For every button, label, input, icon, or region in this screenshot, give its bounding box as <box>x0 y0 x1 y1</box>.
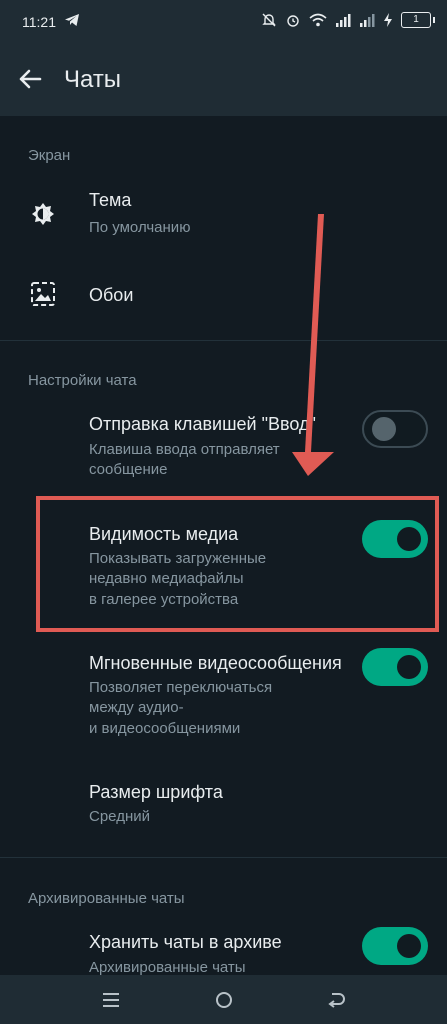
toggle-knob <box>397 655 421 679</box>
instant-video-subtitle-2: между аудио- <box>89 699 184 716</box>
status-bar: 11:21 1 <box>0 0 447 44</box>
font-size-subtitle: Средний <box>89 808 150 825</box>
signal-icon-2 <box>360 14 375 27</box>
enter-send-subtitle-2: сообщение <box>89 461 168 478</box>
recent-apps-icon[interactable] <box>98 987 124 1013</box>
battery-icon: 1 <box>401 12 435 28</box>
status-time: 11:21 <box>22 14 56 30</box>
instant-video-subtitle-1: Позволяет переключаться <box>89 679 273 696</box>
annotation-highlight-box <box>36 496 439 632</box>
signal-icon <box>336 14 351 27</box>
keep-archived-title: Хранить чаты в архиве <box>89 932 282 952</box>
theme-subtitle: По умолчанию <box>89 219 191 236</box>
toggle-knob <box>397 934 421 958</box>
instant-video-subtitle-3: и видеосообщениями <box>89 720 241 737</box>
app-bar: Чаты <box>0 44 447 116</box>
charging-icon <box>384 13 392 27</box>
enter-send-title: Отправка клавишей "Ввод" <box>89 414 316 434</box>
wifi-icon <box>309 13 327 27</box>
mute-bell-icon <box>262 13 276 27</box>
page-title: Чаты <box>64 66 122 93</box>
back-arrow-icon[interactable] <box>14 63 46 95</box>
section-divider <box>0 340 447 341</box>
section-header-archived: Архивированные чаты <box>28 890 185 907</box>
instant-video-toggle[interactable] <box>362 648 428 686</box>
back-nav-icon[interactable] <box>323 987 349 1013</box>
section-divider <box>0 857 447 858</box>
section-header-screen: Экран <box>28 147 71 164</box>
telegram-icon <box>65 14 79 26</box>
instant-video-title: Мгновенные видеосообщения <box>89 653 342 673</box>
enter-send-toggle[interactable] <box>362 410 428 448</box>
alarm-icon <box>287 15 299 27</box>
theme-brightness-icon <box>32 203 54 225</box>
section-header-chat-settings: Настройки чата <box>28 372 137 389</box>
toggle-knob <box>372 417 396 441</box>
home-icon[interactable] <box>211 987 237 1013</box>
theme-title: Тема <box>89 190 132 210</box>
font-size-title: Размер шрифта <box>89 782 223 802</box>
wallpaper-title: Обои <box>89 285 134 305</box>
keep-archived-toggle[interactable] <box>362 927 428 965</box>
wallpaper-icon <box>31 282 55 306</box>
enter-send-subtitle-1: Клавиша ввода отправляет <box>89 441 280 458</box>
system-navigation-bar <box>0 975 447 1024</box>
